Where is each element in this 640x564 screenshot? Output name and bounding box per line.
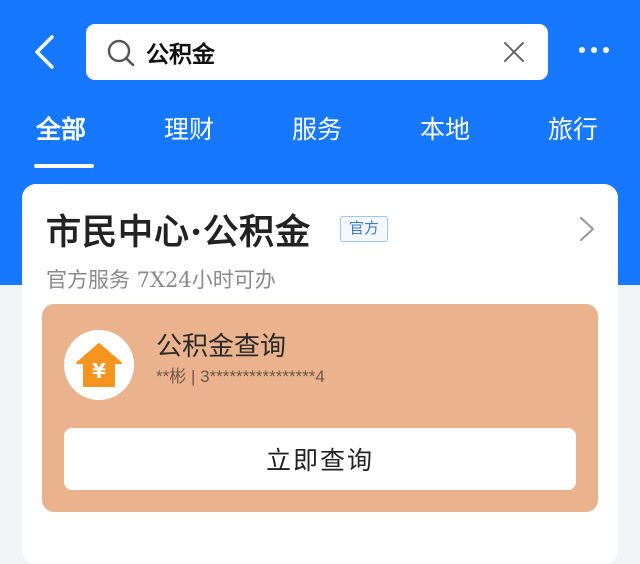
service-card: 市民中心·公积金 官方 官方服务 7X24小时可办 ¥ 公积金查询 **彬 | …	[22, 184, 618, 564]
service-title: 公积金查询	[156, 332, 287, 362]
tab-local[interactable]: 本地	[420, 108, 470, 152]
clear-icon[interactable]	[502, 40, 526, 64]
yuan-symbol: ¥	[92, 359, 106, 383]
card-subtitle: 官方服务 7X24小时可办	[46, 268, 276, 292]
tab-travel[interactable]: 旅行	[548, 108, 598, 152]
more-button[interactable]	[574, 38, 614, 62]
chevron-left-icon	[35, 35, 54, 69]
search-input[interactable]	[146, 32, 486, 72]
tab-all[interactable]: 全部	[36, 108, 86, 152]
query-now-button[interactable]: 立即查询	[64, 428, 576, 490]
house-yuan-icon: ¥	[76, 343, 122, 387]
more-dot-icon	[579, 47, 585, 53]
category-tabs: 全部 理财 服务 本地 旅行	[0, 108, 640, 168]
search-icon	[107, 39, 135, 67]
search-box[interactable]	[86, 24, 548, 80]
tab-services[interactable]: 服务	[292, 108, 342, 152]
more-dot-icon	[603, 47, 609, 53]
tab-finance[interactable]: 理财	[164, 108, 214, 152]
back-button[interactable]	[24, 28, 64, 76]
service-account-info: **彬 | 3****************4	[156, 367, 325, 386]
more-dot-icon	[591, 47, 597, 53]
official-badge: 官方	[340, 216, 389, 242]
chevron-right-icon[interactable]	[578, 216, 596, 242]
service-panel[interactable]: ¥ 公积金查询 **彬 | 3****************4 立即查询	[42, 304, 598, 512]
card-title[interactable]: 市民中心·公积金	[46, 204, 311, 255]
active-tab-indicator	[34, 164, 94, 168]
house-icon-container: ¥	[64, 330, 134, 400]
